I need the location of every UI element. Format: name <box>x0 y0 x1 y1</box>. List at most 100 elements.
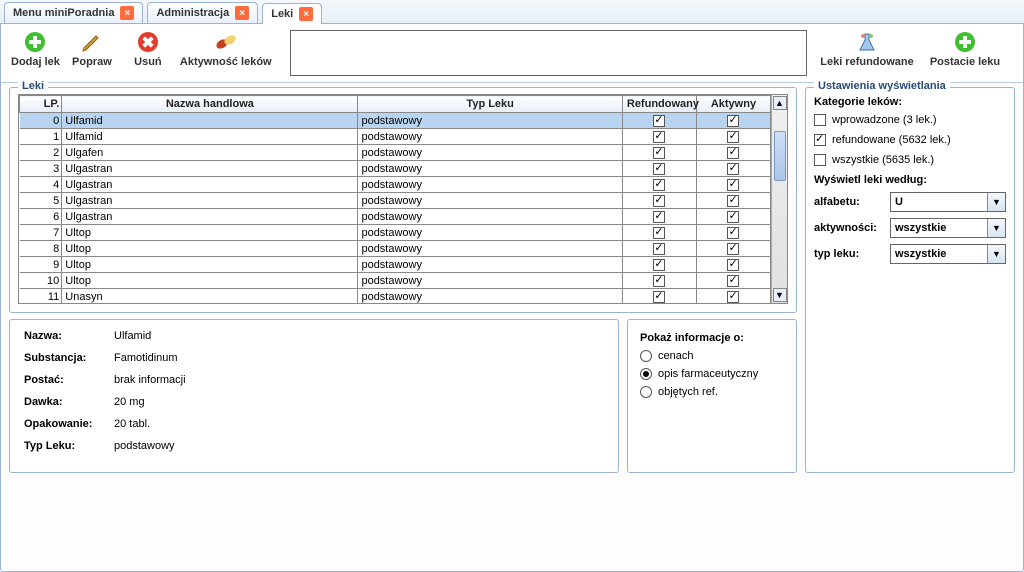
checkbox-icon[interactable] <box>653 131 665 143</box>
detail-value: podstawowy <box>114 440 175 452</box>
table-row[interactable]: 1Ulfamidpodstawowy <box>20 129 771 145</box>
table-row[interactable]: 3Ulgastranpodstawowy <box>20 161 771 177</box>
checkbox-icon[interactable] <box>727 227 739 239</box>
checkbox-icon[interactable] <box>653 195 665 207</box>
checkbox-icon[interactable] <box>727 115 739 127</box>
checkbox-icon[interactable] <box>727 147 739 159</box>
edit-button[interactable]: Popraw <box>68 30 116 68</box>
cell-akt <box>696 225 770 241</box>
table-row[interactable]: 9Ultoppodstawowy <box>20 257 771 273</box>
alpha-combo[interactable]: U▼ <box>890 192 1006 212</box>
scrollbar[interactable]: ▲ ▼ <box>771 95 787 303</box>
scroll-up-icon[interactable]: ▲ <box>773 96 787 110</box>
checkbox-icon[interactable] <box>727 195 739 207</box>
type-combo[interactable]: wszystkie▼ <box>890 244 1006 264</box>
check-label: refundowane (5632 lek.) <box>832 134 951 146</box>
delete-button[interactable]: Usuń <box>124 30 172 68</box>
cell-name: Ultop <box>62 225 358 241</box>
table-row[interactable]: 10Ultoppodstawowy <box>20 273 771 289</box>
cell-lp: 6 <box>20 209 62 225</box>
col-header-ref[interactable]: Refundowany <box>622 96 696 113</box>
check-wszystkie[interactable]: wszystkie (5635 lek.) <box>814 154 1006 166</box>
checkbox-icon[interactable] <box>653 211 665 223</box>
pencil-icon <box>78 30 106 54</box>
close-icon[interactable]: × <box>299 7 313 21</box>
cell-type: podstawowy <box>358 209 622 225</box>
check-wprowadzone[interactable]: wprowadzone (3 lek.) <box>814 114 1006 126</box>
scroll-down-icon[interactable]: ▼ <box>773 288 787 302</box>
cell-name: Ulfamid <box>62 129 358 145</box>
col-header-type[interactable]: Typ Leku <box>358 96 622 113</box>
checkbox-icon[interactable] <box>727 259 739 271</box>
add-lek-button[interactable]: Dodaj lek <box>11 30 60 68</box>
radio-label: objętych ref. <box>658 386 718 398</box>
plus-icon <box>951 30 979 54</box>
cell-ref <box>622 225 696 241</box>
detail-value: brak informacji <box>114 374 186 386</box>
checkbox-icon[interactable] <box>727 163 739 175</box>
leki-refundowane-button[interactable]: Leki refundowane <box>817 30 917 68</box>
activity-button[interactable]: Aktywność leków <box>180 30 272 68</box>
tab-label: Menu miniPoradnia <box>13 7 114 19</box>
cell-lp: 9 <box>20 257 62 273</box>
table-row[interactable]: 6Ulgastranpodstawowy <box>20 209 771 225</box>
chevron-down-icon: ▼ <box>987 245 1005 263</box>
checkbox-icon[interactable] <box>653 163 665 175</box>
table-row[interactable]: 5Ulgastranpodstawowy <box>20 193 771 209</box>
detail-label: Nazwa: <box>24 330 114 342</box>
close-icon[interactable]: × <box>120 6 134 20</box>
col-header-akt[interactable]: Aktywny <box>696 96 770 113</box>
table-row[interactable]: 8Ultoppodstawowy <box>20 241 771 257</box>
detail-value: Famotidinum <box>114 352 178 364</box>
checkbox-icon[interactable] <box>653 227 665 239</box>
radio-objetych[interactable]: objętych ref. <box>640 386 784 398</box>
checkbox-icon[interactable] <box>653 259 665 271</box>
radio-label: opis farmaceutyczny <box>658 368 758 380</box>
checkbox-icon[interactable] <box>727 243 739 255</box>
checkbox-icon[interactable] <box>653 179 665 191</box>
cell-type: podstawowy <box>358 225 622 241</box>
cell-lp: 1 <box>20 129 62 145</box>
col-header-lp[interactable]: LP. <box>20 96 62 113</box>
checkbox-icon[interactable] <box>653 147 665 159</box>
search-input[interactable] <box>290 30 807 76</box>
toolbar-label: Leki refundowane <box>820 56 914 68</box>
checkbox-icon[interactable] <box>727 291 739 303</box>
tab-leki[interactable]: Leki × <box>262 3 322 24</box>
tab-menu-mini[interactable]: Menu miniPoradnia × <box>4 2 143 23</box>
cell-akt <box>696 273 770 289</box>
col-header-name[interactable]: Nazwa handlowa <box>62 96 358 113</box>
table-row[interactable]: 0Ulfamidpodstawowy <box>20 113 771 129</box>
table-row[interactable]: 11Unasynpodstawowy <box>20 289 771 304</box>
detail-label: Postać: <box>24 374 114 386</box>
checkbox-icon[interactable] <box>727 211 739 223</box>
detail-label: Typ Leku: <box>24 440 114 452</box>
radio-opis[interactable]: opis farmaceutyczny <box>640 368 784 380</box>
checkbox-icon[interactable] <box>727 131 739 143</box>
cell-ref <box>622 161 696 177</box>
chevron-down-icon: ▼ <box>987 193 1005 211</box>
checkbox-icon[interactable] <box>727 179 739 191</box>
postacie-leku-button[interactable]: Postacie leku <box>925 30 1005 68</box>
scrollbar-thumb[interactable] <box>774 131 786 181</box>
toolbar-label: Aktywność leków <box>180 56 272 68</box>
cell-type: podstawowy <box>358 289 622 304</box>
checkbox-icon[interactable] <box>727 275 739 287</box>
cell-lp: 8 <box>20 241 62 257</box>
cell-akt <box>696 241 770 257</box>
close-icon[interactable]: × <box>235 6 249 20</box>
checkbox-icon[interactable] <box>653 275 665 287</box>
radio-cenach[interactable]: cenach <box>640 350 784 362</box>
active-combo[interactable]: wszystkie▼ <box>890 218 1006 238</box>
table-row[interactable]: 4Ulgastranpodstawowy <box>20 177 771 193</box>
check-refundowane[interactable]: refundowane (5632 lek.) <box>814 134 1006 146</box>
checkbox-icon[interactable] <box>653 291 665 303</box>
plus-icon <box>21 30 49 54</box>
checkbox-icon[interactable] <box>653 115 665 127</box>
table-row[interactable]: 7Ultoppodstawowy <box>20 225 771 241</box>
table-row[interactable]: 2Ulgafenpodstawowy <box>20 145 771 161</box>
cell-type: podstawowy <box>358 113 622 129</box>
cell-name: Ulfamid <box>62 113 358 129</box>
tab-administracja[interactable]: Administracja × <box>147 2 258 23</box>
checkbox-icon[interactable] <box>653 243 665 255</box>
